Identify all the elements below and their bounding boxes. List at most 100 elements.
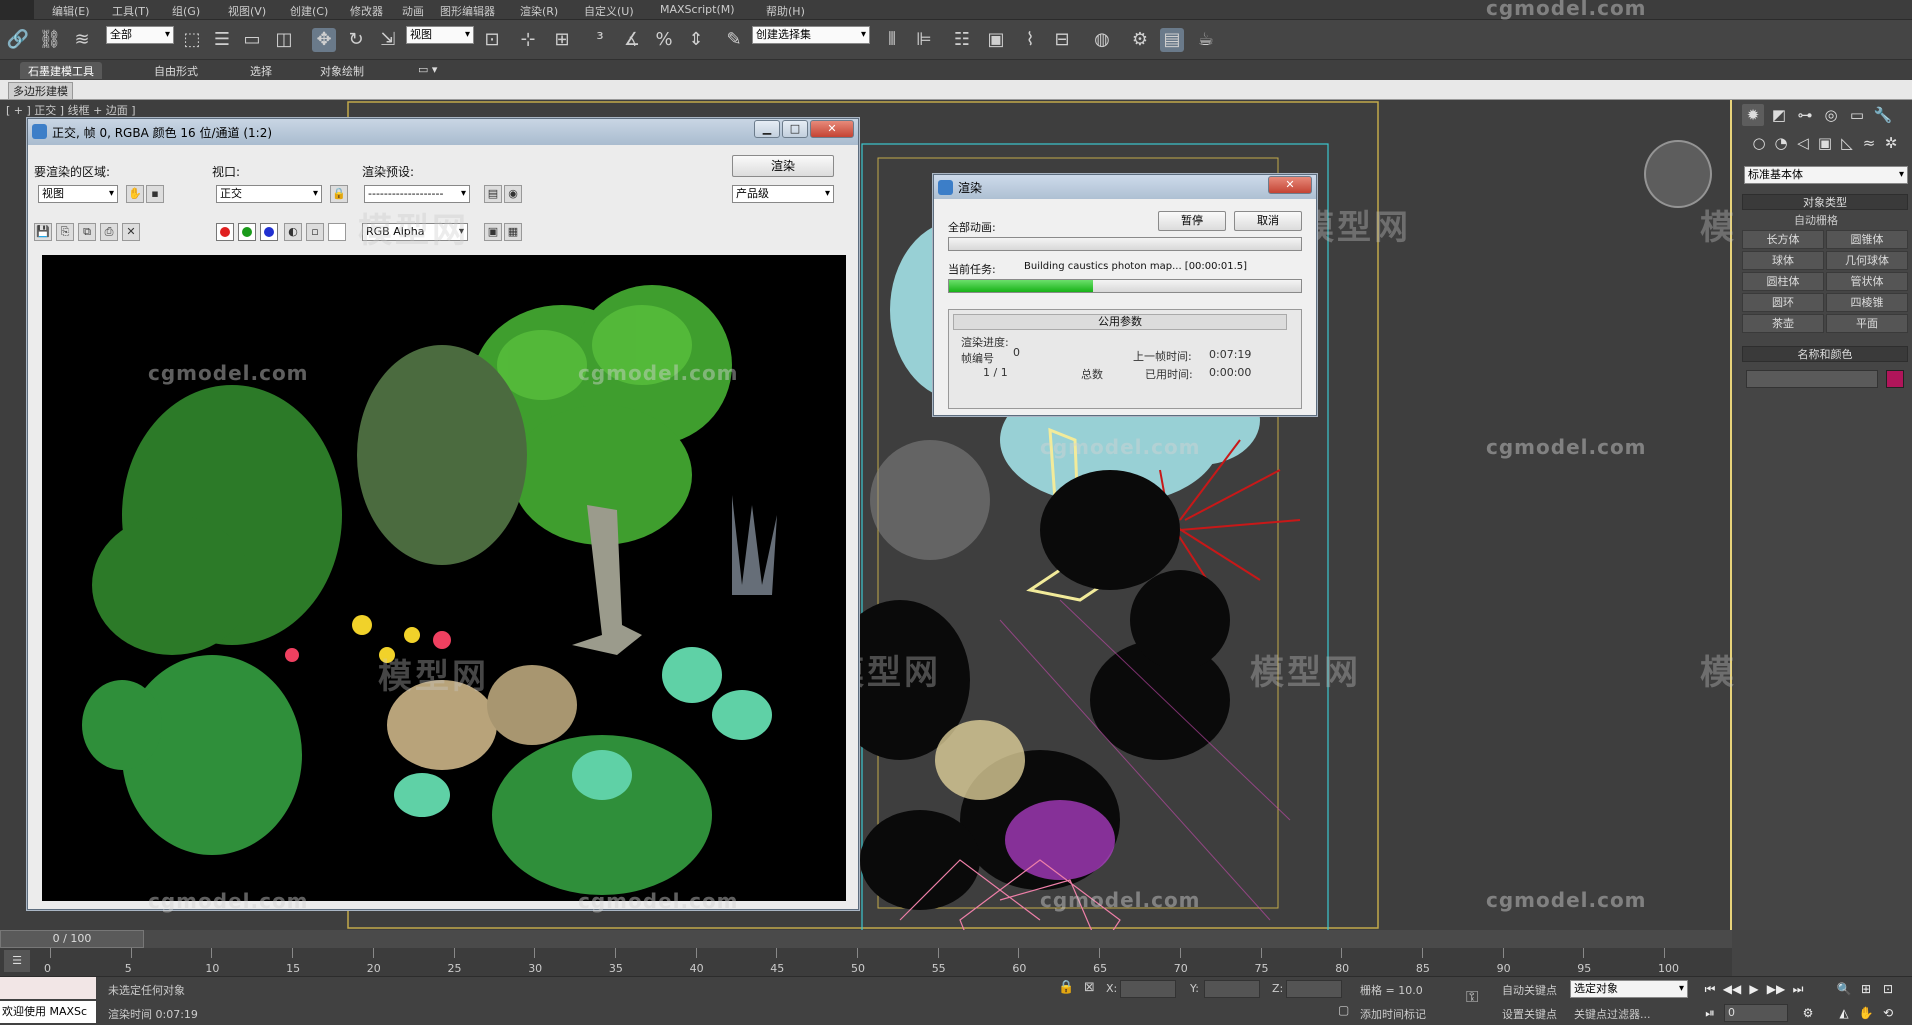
object-color-swatch[interactable]	[1886, 370, 1904, 388]
scale-icon[interactable]: ⇲	[376, 28, 400, 52]
menu-modifiers[interactable]: 修改器	[350, 3, 383, 19]
render-button[interactable]: 渲染	[732, 155, 834, 177]
green-channel-toggle[interactable]	[238, 223, 256, 241]
lights-icon[interactable]: ◁	[1792, 132, 1814, 154]
current-frame-field[interactable]: 0	[1724, 1004, 1788, 1022]
time-slider-thumb[interactable]: 0 / 100	[0, 930, 144, 948]
helpers-icon[interactable]: ◺	[1836, 132, 1858, 154]
add-time-tag[interactable]: 添加时间标记	[1360, 1006, 1426, 1022]
tube-button[interactable]: 管状体	[1826, 272, 1908, 291]
play-icon[interactable]: ▶	[1744, 980, 1764, 998]
utilities-tab-icon[interactable]: 🔧	[1872, 104, 1894, 126]
maximize-button[interactable]: □	[782, 120, 808, 138]
x-coordinate-field[interactable]	[1120, 980, 1176, 998]
snap-toggle-icon[interactable]: ³	[588, 28, 612, 52]
object-category-dropdown[interactable]: 标准基本体	[1744, 166, 1908, 184]
geosphere-button[interactable]: 几何球体	[1826, 251, 1908, 270]
time-config-icon[interactable]: ⚙	[1798, 1004, 1818, 1022]
systems-icon[interactable]: ✲	[1880, 132, 1902, 154]
render-preset-dropdown[interactable]: -------------------	[364, 185, 470, 203]
modify-tab-icon[interactable]: ◩	[1768, 104, 1790, 126]
menu-help[interactable]: 帮助(H)	[766, 3, 805, 19]
render-production-icon[interactable]: ☕	[1194, 28, 1218, 52]
set-key-button[interactable]: 设置关键点	[1502, 1006, 1557, 1022]
color-swatch[interactable]	[328, 223, 346, 241]
blue-channel-toggle[interactable]	[260, 223, 278, 241]
menu-maxscript[interactable]: MAXScript(M)	[660, 3, 735, 16]
geometry-icon[interactable]: ○	[1748, 132, 1770, 154]
edit-region-icon[interactable]: ✋	[126, 185, 144, 203]
clear-icon[interactable]: ✕	[122, 223, 140, 241]
toggle-ui-icon[interactable]: ▣	[484, 223, 502, 241]
area-to-render-dropdown[interactable]: 视图	[38, 185, 118, 203]
select-by-name-icon[interactable]: ☰	[210, 28, 234, 52]
menu-view[interactable]: 视图(V)	[228, 3, 266, 19]
shapes-icon[interactable]: ◔	[1770, 132, 1792, 154]
keyboard-shortcut-icon[interactable]: ⊞	[550, 28, 574, 52]
next-frame-icon[interactable]: ▶▶	[1766, 980, 1786, 998]
create-tab-icon[interactable]: ✹	[1742, 104, 1764, 126]
key-icon[interactable]: ⚿	[1466, 987, 1478, 1007]
material-editor-icon[interactable]: ◍	[1090, 28, 1114, 52]
name-color-rollout[interactable]: 名称和颜色	[1742, 346, 1908, 362]
time-slider[interactable]: 0 / 100	[0, 930, 1732, 948]
lock-icon[interactable]: 🔒	[330, 185, 348, 203]
unlink-icon[interactable]: ⛓	[38, 28, 62, 52]
hierarchy-tab-icon[interactable]: ⊶	[1794, 104, 1816, 126]
link-icon[interactable]: 🔗	[6, 28, 30, 52]
display-tab-icon[interactable]: ▭	[1846, 104, 1868, 126]
pyramid-button[interactable]: 四棱锥	[1826, 293, 1908, 312]
auto-key-button[interactable]: 自动关键点	[1502, 982, 1557, 998]
go-to-end-icon[interactable]: ⏭	[1788, 980, 1808, 998]
absolute-mode-icon[interactable]: ⊠	[1084, 980, 1095, 995]
tab-object-paint[interactable]: 对象绘制	[312, 62, 372, 79]
tab-freeform[interactable]: 自由形式	[146, 62, 206, 79]
save-image-icon[interactable]: 💾	[34, 223, 52, 241]
window-crossing-icon[interactable]: ◫	[272, 28, 296, 52]
align-icon[interactable]: ⊫	[912, 28, 936, 52]
pan-icon[interactable]: ✋	[1856, 1004, 1876, 1022]
orbit-icon[interactable]: ⟲	[1878, 1004, 1898, 1022]
zoom-icon[interactable]: 🔍	[1834, 980, 1854, 998]
reference-coord-dropdown[interactable]: 视图	[406, 26, 474, 44]
zoom-all-icon[interactable]: ⊞	[1856, 980, 1876, 998]
go-to-start-icon[interactable]: ⏮	[1700, 980, 1720, 998]
key-selection-dropdown[interactable]: 选定对象	[1570, 980, 1688, 998]
common-params-header[interactable]: 公用参数	[953, 314, 1287, 330]
track-bar[interactable]: 0 5 10 15 20 25 30 35 40 45 50 55 60 65 70 75 80 85 90 95 10…	[44, 948, 1684, 976]
autogrid-label[interactable]: 自动栅格	[1794, 212, 1838, 228]
spinner-snap-icon[interactable]: ⇕	[684, 28, 708, 52]
viewport-dropdown[interactable]: 正交	[216, 185, 322, 203]
sphere-button[interactable]: 球体	[1742, 251, 1824, 270]
cameras-icon[interactable]: ▣	[1814, 132, 1836, 154]
y-coordinate-field[interactable]	[1204, 980, 1260, 998]
rotate-icon[interactable]: ↻	[344, 28, 368, 52]
menu-graph-editors[interactable]: 图形编辑器	[440, 3, 495, 19]
z-coordinate-field[interactable]	[1286, 980, 1342, 998]
lock-selection-icon[interactable]: 🔒	[1058, 980, 1074, 995]
menu-edit[interactable]: 编辑(E)	[52, 3, 90, 19]
viewport-label[interactable]: [ + ] 正交 ] 线框 + 边面 ]	[6, 102, 136, 118]
select-object-icon[interactable]: ⬚	[180, 28, 204, 52]
ribbon-options-icon[interactable]: ▭ ▾	[410, 62, 445, 79]
progress-dialog-titlebar[interactable]: 渲染 ✕	[934, 175, 1316, 199]
spacewarps-icon[interactable]: ≈	[1858, 132, 1880, 154]
schematic-view-icon[interactable]: ⊟	[1050, 28, 1074, 52]
tab-selection[interactable]: 选择	[242, 62, 280, 79]
cancel-button[interactable]: 取消	[1234, 211, 1302, 231]
torus-button[interactable]: 圆环	[1742, 293, 1824, 312]
layer-manager-icon[interactable]: ☷	[950, 28, 974, 52]
rendered-frame-window-icon[interactable]: ▤	[1160, 28, 1184, 52]
object-name-field[interactable]	[1746, 370, 1878, 388]
red-channel-toggle[interactable]	[216, 223, 234, 241]
motion-tab-icon[interactable]: ◎	[1820, 104, 1842, 126]
tab-graphite-modeling[interactable]: 石墨建模工具	[20, 62, 102, 79]
graphite-toggle-icon[interactable]: ▣	[984, 28, 1008, 52]
toggle-overlay-icon[interactable]: ▦	[504, 223, 522, 241]
mono-toggle-icon[interactable]: ▫	[306, 223, 324, 241]
key-filters-button[interactable]: 关键点过滤器...	[1574, 1006, 1651, 1022]
cone-button[interactable]: 圆锥体	[1826, 230, 1908, 249]
maxscript-welcome[interactable]: 欢迎使用 MAXSc	[0, 1001, 96, 1023]
key-mode-icon[interactable]: ⏯	[1700, 1004, 1720, 1022]
render-window-titlebar[interactable]: 正交, 帧 0, RGBA 颜色 16 位/通道 (1:2) ▁ □ ✕	[28, 119, 858, 145]
